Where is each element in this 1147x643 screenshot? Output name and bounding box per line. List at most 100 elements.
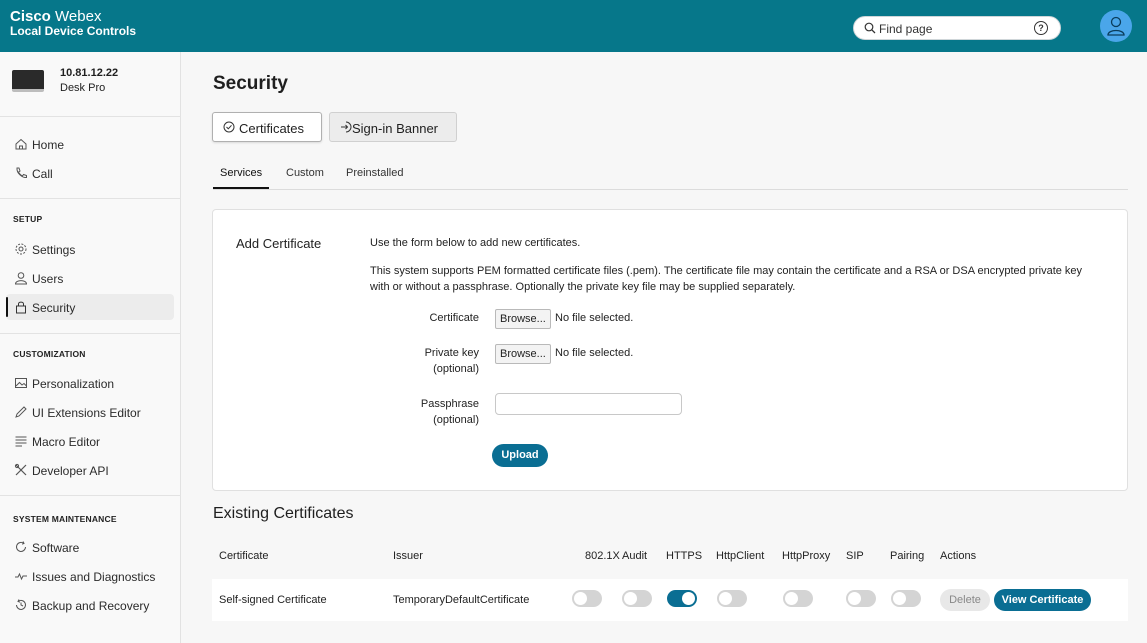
sidebar-item-label: Software bbox=[32, 541, 80, 555]
pulse-icon bbox=[15, 572, 27, 581]
page-title: Security bbox=[213, 73, 288, 94]
sidebar-item-personalization[interactable]: Personalization bbox=[6, 370, 174, 396]
sidebar-item-label: Developer API bbox=[32, 464, 109, 478]
tab-custom[interactable]: Custom bbox=[286, 167, 324, 179]
sidebar-item-developer-api[interactable]: Developer API bbox=[6, 457, 174, 483]
restore-icon bbox=[16, 599, 26, 610]
sign-in-icon bbox=[341, 121, 352, 133]
brand: Cisco Webex Local Device Controls bbox=[10, 9, 136, 39]
view-certificate-button[interactable]: View Certificate bbox=[994, 589, 1091, 611]
tab-services[interactable]: Services bbox=[220, 167, 262, 179]
private-key-file-status: No file selected. bbox=[555, 347, 634, 359]
passphrase-input[interactable] bbox=[495, 393, 682, 415]
image-icon bbox=[15, 378, 27, 388]
sidebar-item-software[interactable]: Software bbox=[6, 534, 174, 560]
toggle-httpproxy[interactable] bbox=[783, 590, 813, 607]
toggle-https[interactable] bbox=[667, 590, 697, 607]
sidebar-item-issues-and-diagnostics[interactable]: Issues and Diagnostics bbox=[6, 563, 174, 589]
divider bbox=[0, 116, 181, 117]
sidebar-item-label: Call bbox=[32, 167, 53, 181]
find-page-search[interactable]: Find page ? bbox=[853, 16, 1061, 40]
refresh-icon bbox=[16, 541, 26, 552]
toggle-httpclient[interactable] bbox=[717, 590, 747, 607]
top-header: Cisco Webex Local Device Controls Find p… bbox=[0, 0, 1147, 52]
section-label-system-maintenance: SYSTEM MAINTENANCE bbox=[13, 514, 117, 524]
tab-preinstalled[interactable]: Preinstalled bbox=[346, 167, 403, 179]
signin-banner-label: Sign-in Banner bbox=[352, 121, 438, 136]
brand-name: Cisco Webex bbox=[10, 9, 136, 24]
divider bbox=[0, 198, 181, 199]
private-key-optional-label: (optional) bbox=[433, 363, 479, 375]
sidebar-item-home[interactable]: Home bbox=[6, 131, 174, 157]
sidebar-item-label: Security bbox=[32, 301, 76, 315]
toggle-pairing[interactable] bbox=[891, 590, 921, 607]
add-certificate-intro: Use the form below to add new certificat… bbox=[370, 237, 581, 249]
sidebar-item-label: Macro Editor bbox=[32, 435, 101, 449]
column-header-audit: Audit bbox=[622, 550, 648, 562]
sidebar-item-security[interactable]: Security bbox=[6, 294, 174, 320]
upload-button[interactable]: Upload bbox=[492, 444, 548, 467]
certificate-file-status: No file selected. bbox=[555, 312, 634, 324]
column-header-actions: Actions bbox=[940, 550, 977, 562]
divider bbox=[0, 333, 181, 334]
certificates-button[interactable]: Certificates bbox=[212, 112, 322, 142]
sidebar-item-macro-editor[interactable]: Macro Editor bbox=[6, 428, 174, 454]
column-header-httpproxy: HttpProxy bbox=[782, 550, 831, 562]
sidebar-item-label: Users bbox=[32, 272, 64, 286]
device-ip: 10.81.12.22 bbox=[60, 67, 119, 79]
private-key-browse-button[interactable]: Browse... bbox=[495, 344, 551, 364]
home-icon bbox=[15, 138, 27, 150]
active-tab-indicator bbox=[213, 187, 269, 189]
user-icon bbox=[14, 272, 28, 285]
column-header-https: HTTPS bbox=[666, 550, 703, 562]
lines-icon bbox=[15, 436, 27, 447]
private-key-label: Private key bbox=[424, 347, 479, 359]
column-header-sip: SIP bbox=[846, 550, 864, 562]
toggle-audit[interactable] bbox=[622, 590, 652, 607]
device-image bbox=[12, 70, 44, 92]
certificate-tabs: Services Custom Preinstalled bbox=[213, 164, 1128, 190]
column-header-8021x: 802.1X bbox=[585, 550, 620, 562]
certificate-label: Certificate bbox=[429, 312, 479, 324]
certificate-issuer: TemporaryDefaultCertificate bbox=[393, 594, 530, 606]
add-certificate-description: This system supports PEM formatted certi… bbox=[370, 265, 1083, 293]
sidebar-item-call[interactable]: Call bbox=[6, 160, 174, 186]
certificates-label: Certificates bbox=[239, 121, 305, 136]
sidebar-item-users[interactable]: Users bbox=[6, 265, 174, 291]
sidebar-item-settings[interactable]: Settings bbox=[6, 236, 174, 262]
sidebar-item-backup-and-recovery[interactable]: Backup and Recovery bbox=[6, 592, 174, 618]
sidebar-item-label: Home bbox=[32, 138, 65, 152]
check-badge-icon bbox=[223, 121, 235, 133]
delete-button[interactable]: Delete bbox=[940, 589, 990, 611]
tools-icon bbox=[14, 463, 27, 476]
device-model: Desk Pro bbox=[60, 82, 106, 94]
section-label-setup: SETUP bbox=[13, 214, 43, 224]
brand-light: Webex bbox=[55, 8, 102, 25]
toggle-sip[interactable] bbox=[846, 590, 876, 607]
certificate-name: Self-signed Certificate bbox=[219, 594, 327, 606]
sidebar-item-ui-extensions-editor[interactable]: UI Extensions Editor bbox=[6, 399, 174, 425]
brand-subtitle: Local Device Controls bbox=[10, 24, 137, 38]
help-icon[interactable]: ? bbox=[1034, 21, 1048, 35]
column-header-httpclient: HttpClient bbox=[716, 550, 765, 562]
sidebar-item-label: Settings bbox=[32, 243, 76, 257]
search-icon bbox=[864, 22, 876, 34]
brand-bold: Cisco bbox=[10, 8, 51, 25]
signin-banner-button[interactable]: Sign-in Banner bbox=[329, 112, 457, 142]
divider bbox=[0, 495, 181, 496]
passphrase-optional-label: (optional) bbox=[433, 414, 479, 426]
avatar[interactable] bbox=[1100, 10, 1132, 42]
phone-icon bbox=[16, 167, 27, 179]
add-certificate-title: Add Certificate bbox=[236, 236, 322, 251]
sidebar-item-label: UI Extensions Editor bbox=[32, 406, 141, 420]
gear-icon bbox=[15, 243, 27, 255]
sidebar-item-label: Issues and Diagnostics bbox=[32, 570, 156, 584]
toggle-8021x[interactable] bbox=[572, 590, 602, 607]
certificate-browse-button[interactable]: Browse... bbox=[495, 309, 551, 329]
sidebar-item-label: Backup and Recovery bbox=[32, 599, 150, 613]
add-certificate-card: Add Certificate Use the form below to ad… bbox=[212, 209, 1128, 491]
existing-certificates-title: Existing Certificates bbox=[213, 505, 354, 522]
pencil-icon bbox=[15, 406, 27, 418]
user-avatar-icon bbox=[1107, 16, 1125, 36]
search-placeholder: Find page bbox=[879, 22, 933, 36]
